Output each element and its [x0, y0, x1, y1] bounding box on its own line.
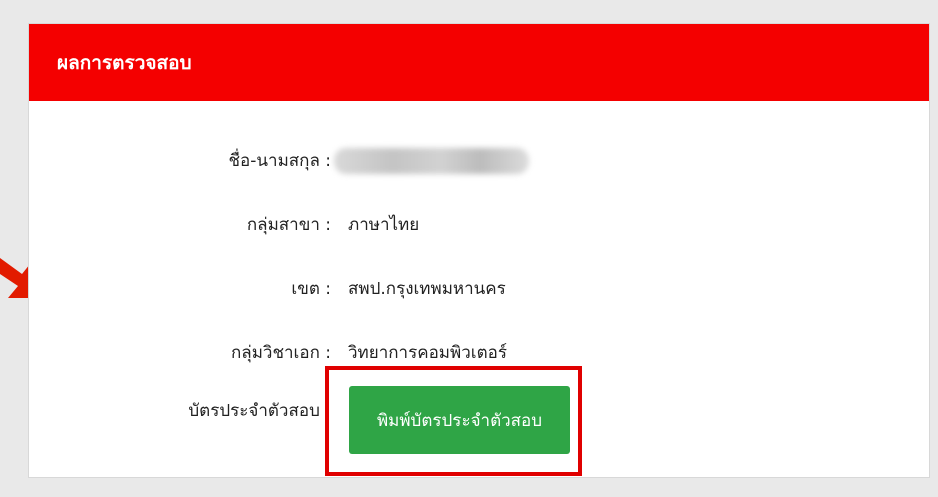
panel-title: ผลการตรวจสอบ [57, 51, 192, 74]
print-exam-card-button[interactable]: พิมพ์บัตรประจำตัวสอบ [349, 386, 570, 454]
field-label-major: กลุ่มวิชาเอก : [231, 343, 331, 363]
panel-header: ผลการตรวจสอบ [29, 24, 929, 101]
field-row-name: ชื่อ-นามสกุล : [29, 146, 929, 176]
field-label-name: ชื่อ-นามสกุล : [228, 151, 331, 171]
field-label-exam-card: บัตรประจำตัวสอบ : [188, 401, 331, 421]
field-label-subject-group: กลุ่มสาขา : [246, 215, 331, 235]
field-row-major: กลุ่มวิชาเอก : วิทยาการคอมพิวเตอร์ [29, 338, 929, 368]
field-value-major: วิทยาการคอมพิวเตอร์ [348, 343, 507, 363]
result-panel: ผลการตรวจสอบ ชื่อ-นามสกุล : กลุ่มสาขา : … [28, 23, 930, 478]
field-row-subject-group: กลุ่มสาขา : ภาษาไทย [29, 210, 929, 240]
field-row-area: เขต : สพป.กรุงเทพมหานคร [29, 274, 929, 304]
redacted-name [334, 148, 529, 174]
field-label-area: เขต : [291, 279, 331, 299]
field-value-subject-group: ภาษาไทย [348, 215, 420, 235]
field-value-area: สพป.กรุงเทพมหานคร [348, 279, 506, 299]
